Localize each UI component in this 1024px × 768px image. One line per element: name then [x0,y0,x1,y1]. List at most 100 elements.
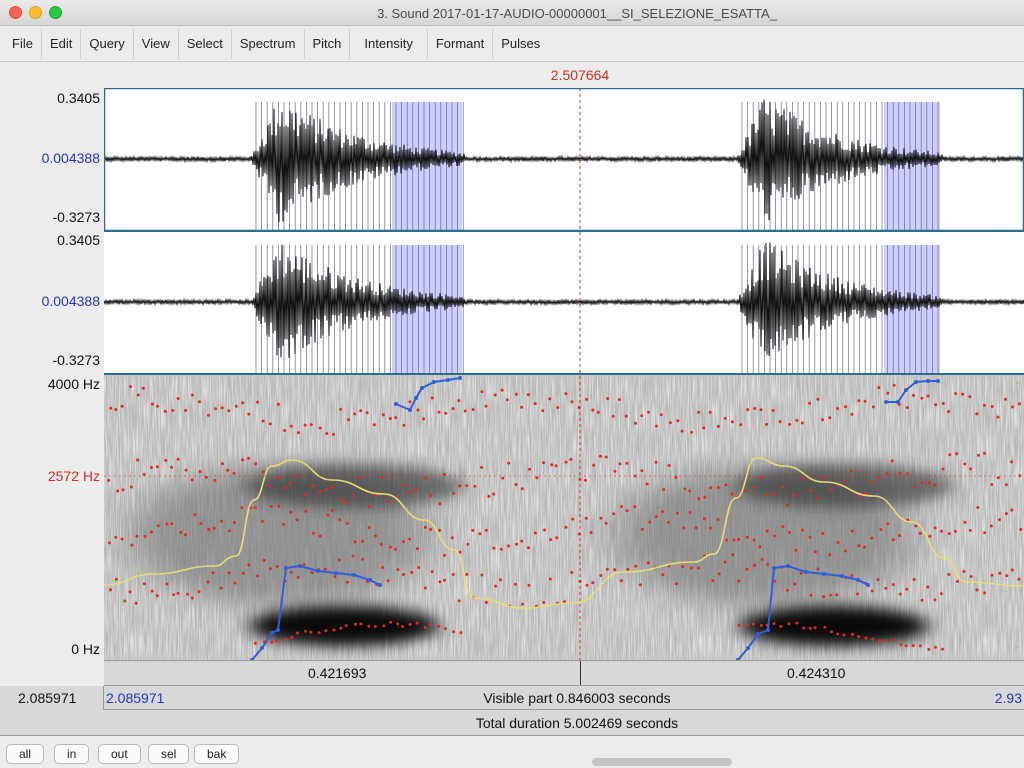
formant-dot [270,640,274,644]
menu-formant[interactable]: Formant [428,28,494,59]
zoom-back-button[interactable]: bak [194,744,240,764]
formant-dot [1019,528,1023,531]
formant-dot [367,526,371,530]
formant-dot [527,583,531,587]
formant-dot [760,557,764,561]
axis-left-blank [0,660,104,686]
menu-pitch[interactable]: Pitch [305,28,351,59]
formant-dot [388,417,392,421]
formant-dot [484,600,488,604]
formant-dot [438,502,442,506]
formant-dot [165,522,169,526]
formant-dot [801,528,805,532]
formant-dot [571,517,575,521]
menu-spectrum[interactable]: Spectrum [232,28,305,59]
formant-dot [661,510,664,514]
formant-dot [879,528,883,531]
pitch-point [420,386,424,390]
formant-dot [134,601,138,605]
formant-dot [912,578,916,581]
zoom-out-button[interactable]: out [98,744,141,764]
zoom-selection-button[interactable]: sel [148,744,190,764]
formant-dot [898,592,902,596]
formant-dot [408,537,412,541]
formant-dot [822,595,826,599]
formant-dot [415,547,419,551]
formant-dot [842,633,846,637]
formant-dot [766,562,770,566]
formant-dot [114,535,118,539]
formant-dot [893,638,897,642]
formant-dot [870,589,874,593]
formant-dot [871,637,875,641]
pitch-point [866,583,870,587]
visible-part-bar[interactable]: 2.085971 2.085971 Visible part 0.846003 … [0,686,1024,710]
formant-dot [549,538,553,542]
pitch-point [298,564,302,568]
formant-dot [850,632,854,636]
formant-dot [374,534,377,538]
formant-dot [765,529,769,533]
formant-dot [450,536,454,540]
formant-dot [214,407,218,411]
formant-dot [261,519,264,523]
formant-dot [680,429,684,433]
formant-dot [228,529,231,533]
formant-dot [963,520,967,524]
formant-dot [452,491,456,495]
formant-dot [634,564,638,568]
formant-dot [484,528,488,532]
time-axis-left-value: 0.421693 [308,665,367,681]
menu-pulses[interactable]: Pulses [493,29,548,59]
formant-dot [283,429,287,432]
formant-dot [184,409,188,412]
menu-view[interactable]: View [134,28,179,59]
formant-dot [926,585,930,589]
formant-dot [324,629,328,633]
formant-dot [501,476,505,480]
menu-intensity[interactable]: Intensity [350,28,428,59]
horizontal-scroll-thumb[interactable] [592,758,732,766]
formant-dot [666,520,670,524]
formant-dot [940,529,943,533]
formant-dot [190,478,194,482]
formant-dot [520,405,524,409]
formant-dot [415,621,419,625]
zoom-all-button[interactable]: all [6,744,45,764]
formant-dot [422,417,425,421]
formant-dot [745,567,749,571]
signal-canvas[interactable]: " ˉ ˇ [104,88,1024,660]
formant-dot [904,644,908,648]
spectrogram-top-label: 4000 Hz [47,376,100,392]
menu-file[interactable]: File [4,28,42,59]
formant-dot [605,567,609,571]
zoom-in-button[interactable]: in [54,744,90,764]
formant-dot [976,506,980,509]
formant-dot [795,621,799,625]
menu-edit[interactable]: Edit [42,28,82,59]
signal-panes[interactable]: " ˉ ˇ [104,88,1024,660]
formant-dot [737,537,741,541]
formant-dot [451,407,455,411]
formant-dot [282,522,285,526]
pitch-point [408,408,412,412]
formant-dot [164,458,168,462]
total-duration-bar[interactable]: Total duration 5.002469 seconds [0,710,1024,736]
formant-dot [1017,402,1021,406]
formant-dot [877,386,881,390]
formant-dot [793,582,797,586]
menu-query[interactable]: Query [81,28,134,59]
formant-dot [592,463,596,467]
formant-dot [667,464,671,467]
formant-dot [276,402,280,406]
formant-dot [751,622,755,626]
formant-dot [589,531,593,534]
time-axis-bar[interactable]: 0.421693 0.424310 [104,660,1024,686]
formant-dot [344,624,348,628]
formant-dot [1010,405,1014,409]
formant-dot [247,563,251,567]
menu-select[interactable]: Select [179,28,232,59]
pitch-point [334,571,338,575]
spectrogram-pane[interactable] [104,375,1024,660]
formant-dot [862,545,866,549]
